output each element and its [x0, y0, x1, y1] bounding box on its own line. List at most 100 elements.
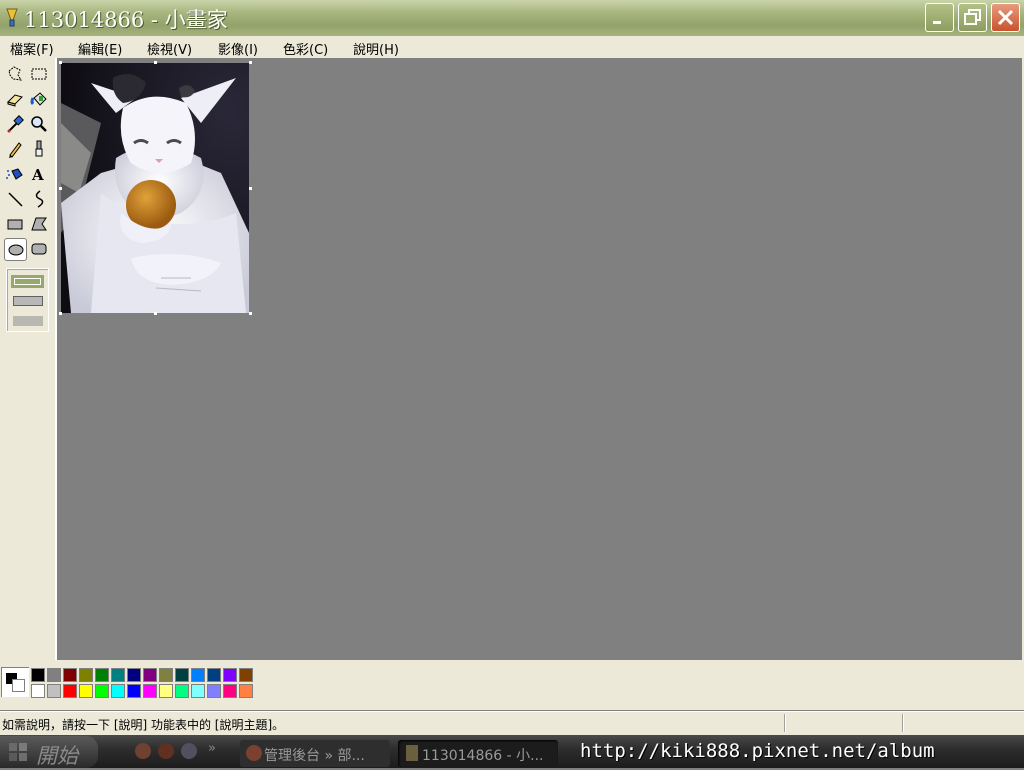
color-swatch[interactable]	[31, 668, 45, 682]
resize-handle[interactable]	[154, 61, 157, 64]
rectangle-icon	[7, 219, 23, 230]
resize-handle[interactable]	[59, 312, 62, 315]
color-swatch[interactable]	[239, 668, 253, 682]
color-swatch[interactable]	[175, 668, 189, 682]
color-swatch[interactable]	[95, 668, 109, 682]
resize-handle[interactable]	[59, 187, 62, 190]
color-swatch[interactable]	[239, 684, 253, 698]
color-swatch[interactable]	[47, 684, 61, 698]
tool-options-panel	[6, 268, 49, 332]
curve-tool[interactable]	[28, 188, 50, 210]
menu-image[interactable]: 影像(I)	[218, 39, 258, 58]
brush-tool[interactable]	[28, 138, 50, 160]
pencil-tool[interactable]	[4, 138, 26, 160]
color-swatch[interactable]	[191, 684, 205, 698]
menu-colors[interactable]: 色彩(C)	[283, 39, 328, 58]
resize-handle[interactable]	[59, 61, 62, 64]
fill-style-outline-selected[interactable]	[11, 275, 44, 288]
free-form-select-tool[interactable]	[4, 63, 26, 85]
color-swatch[interactable]	[127, 684, 141, 698]
resize-handle[interactable]	[249, 187, 252, 190]
color-swatch[interactable]	[207, 684, 221, 698]
firefox-icon[interactable]	[135, 743, 151, 759]
resize-handle[interactable]	[249, 61, 252, 64]
text-tool[interactable]: A	[28, 163, 50, 185]
color-swatch[interactable]	[143, 668, 157, 682]
cat-photo-canvas[interactable]	[61, 63, 249, 313]
color-swatch[interactable]	[159, 668, 173, 682]
fill-style-outline-fill[interactable]	[13, 296, 43, 306]
media-player-icon[interactable]	[181, 743, 197, 759]
paint-app-icon	[406, 745, 418, 761]
firefox-icon	[246, 745, 262, 761]
color-swatch[interactable]	[207, 668, 221, 682]
close-icon	[997, 9, 1014, 26]
windows-logo-icon	[9, 743, 27, 761]
ellipse-tool[interactable]	[4, 238, 27, 261]
fill-with-color-tool[interactable]	[28, 88, 50, 110]
color-swatch[interactable]	[191, 668, 205, 682]
menu-view[interactable]: 檢視(V)	[147, 39, 192, 58]
airbrush-icon	[6, 168, 23, 180]
color-swatch[interactable]	[143, 684, 157, 698]
restore-icon	[964, 9, 981, 25]
resize-handle[interactable]	[154, 312, 157, 315]
magnifier-tool[interactable]	[28, 113, 50, 135]
task-button-browser[interactable]: 管理後台 » 部...	[240, 740, 390, 767]
start-button[interactable]: 開始	[0, 736, 98, 768]
color-swatch[interactable]	[63, 684, 77, 698]
color-swatch[interactable]	[159, 684, 173, 698]
polygon-tool[interactable]	[28, 213, 50, 235]
eyedropper-icon	[7, 115, 24, 133]
rectangle-tool[interactable]	[4, 213, 26, 235]
color-swatch[interactable]	[31, 684, 45, 698]
resize-handle[interactable]	[249, 312, 252, 315]
color-swatch[interactable]	[111, 684, 125, 698]
color-swatch[interactable]	[79, 668, 93, 682]
rectangle-select-tool[interactable]	[28, 63, 50, 85]
color-swatch[interactable]	[223, 684, 237, 698]
watermark-url: http://kiki888.pixnet.net/album	[580, 740, 935, 762]
window-title: 113014866 - 小畫家	[24, 8, 228, 32]
menu-edit[interactable]: 編輯(E)	[78, 39, 122, 58]
task-label: 113014866 - 小...	[422, 748, 544, 764]
color-swatch[interactable]	[223, 668, 237, 682]
minimize-button[interactable]	[925, 3, 954, 32]
airbrush-tool[interactable]	[4, 163, 26, 185]
color-swatch[interactable]	[175, 684, 189, 698]
line-tool[interactable]	[4, 188, 26, 210]
title-bar[interactable]: 113014866 - 小畫家	[0, 0, 1024, 36]
start-label: 開始	[36, 744, 78, 768]
status-divider	[784, 714, 785, 732]
quick-launch-chevron-icon[interactable]: »	[208, 741, 216, 756]
curve-icon	[35, 190, 44, 208]
color-swatch[interactable]	[111, 668, 125, 682]
color-swatch[interactable]	[95, 684, 109, 698]
color-swatch[interactable]	[47, 668, 61, 682]
background-color	[12, 679, 25, 692]
browser-icon[interactable]	[158, 743, 174, 759]
brush-icon	[35, 140, 43, 157]
color-swatch[interactable]	[63, 668, 77, 682]
status-text: 如需說明，請按一下 [說明] 功能表中的 [說明主題]。	[2, 718, 285, 732]
menu-help[interactable]: 說明(H)	[353, 39, 399, 58]
task-button-paint[interactable]: 113014866 - 小...	[398, 740, 558, 767]
color-swatch[interactable]	[79, 684, 93, 698]
restore-button[interactable]	[958, 3, 987, 32]
fill-style-fill-only[interactable]	[13, 316, 43, 326]
minimize-icon	[933, 21, 941, 24]
close-button[interactable]	[991, 3, 1020, 32]
pick-color-tool[interactable]	[4, 113, 26, 135]
menu-file[interactable]: 檔案(F)	[10, 39, 54, 58]
color-swatch[interactable]	[127, 668, 141, 682]
eraser-tool[interactable]	[4, 88, 26, 110]
magnifier-icon	[31, 116, 47, 132]
status-bar: 如需說明，請按一下 [說明] 功能表中的 [說明主題]。	[0, 711, 1024, 736]
paint-app-icon[interactable]	[4, 8, 20, 28]
menu-bar: 檔案(F) 編輯(E) 檢視(V) 影像(I) 色彩(C) 說明(H)	[0, 36, 1024, 58]
eraser-icon	[7, 94, 23, 107]
pencil-icon	[9, 142, 22, 158]
svg-text:A: A	[31, 166, 44, 184]
paint-bucket-icon	[30, 92, 47, 106]
rounded-rectangle-tool[interactable]	[28, 238, 50, 260]
